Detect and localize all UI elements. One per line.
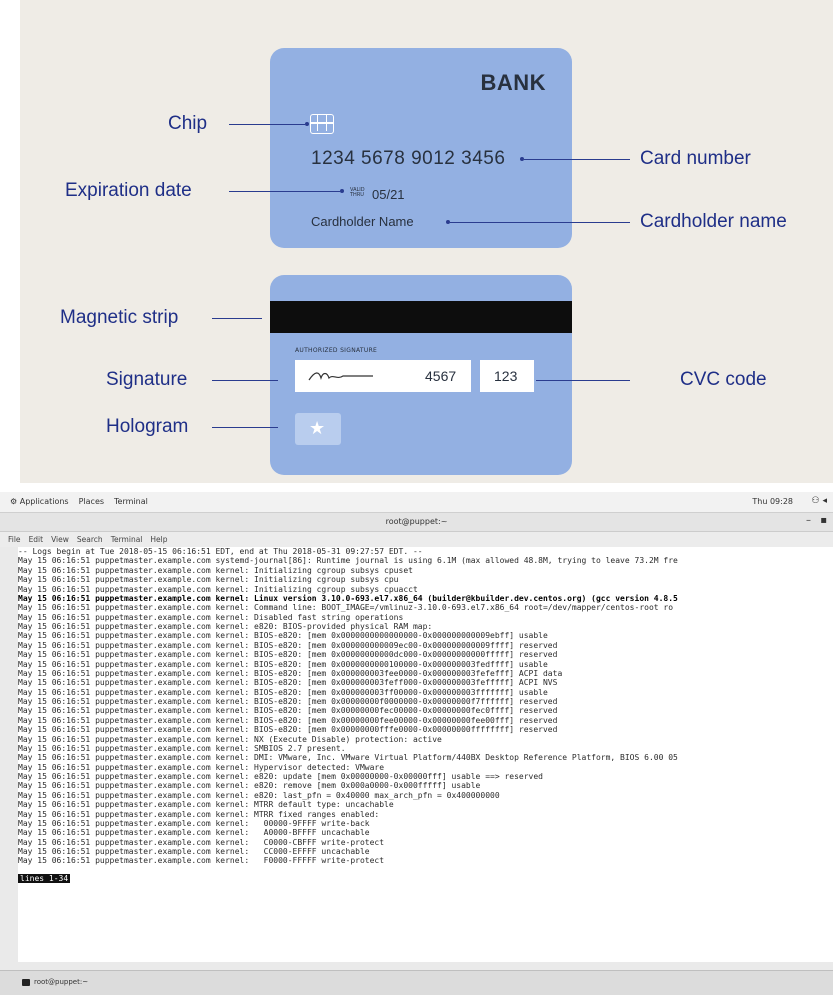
- log-line: May 15 06:16:51 puppetmaster.example.com…: [18, 603, 674, 613]
- bank-name: BANK: [480, 70, 546, 95]
- log-line: May 15 06:16:51 puppetmaster.example.com…: [18, 631, 548, 641]
- minimize-icon[interactable]: –: [806, 515, 811, 526]
- valid-thru-label: VALID THRU: [350, 187, 365, 198]
- label-hologram: Hologram: [106, 416, 189, 437]
- log-line: May 15 06:16:51 puppetmaster.example.com…: [18, 650, 558, 660]
- clock[interactable]: Thu 09:28: [752, 497, 793, 506]
- signature-scribble-icon: [308, 372, 373, 381]
- log-line: May 15 06:16:51 puppetmaster.example.com…: [18, 678, 558, 688]
- log-line: May 15 06:16:51 puppetmaster.example.com…: [18, 809, 380, 819]
- leader-line-chip: [229, 124, 305, 125]
- leader-line-cvc: [536, 380, 630, 381]
- log-line: May 15 06:16:51 puppetmaster.example.com…: [18, 575, 399, 585]
- log-line: May 15 06:16:51 puppetmaster.example.com…: [18, 790, 500, 800]
- pager-status: lines 1-34: [18, 873, 71, 884]
- window-titlebar[interactable]: root@puppet:~ – ▪: [0, 513, 833, 532]
- log-line: May 15 06:16:51 puppetmaster.example.com…: [18, 612, 404, 622]
- cardholder-name: Cardholder Name: [311, 214, 414, 229]
- expiry-value: 05/21: [372, 187, 405, 202]
- log-line: May 15 06:16:51 puppetmaster.example.com…: [18, 715, 558, 725]
- leader-line-magstrip: [212, 318, 262, 319]
- leader-line-cardholder: [450, 222, 630, 223]
- chip-icon: [310, 114, 334, 134]
- log-line: May 15 06:16:51 puppetmaster.example.com…: [18, 847, 370, 856]
- label-cvc-code: CVC code: [680, 369, 767, 390]
- log-line: May 15 06:16:51 puppetmaster.example.com…: [18, 640, 558, 650]
- log-line: May 15 06:16:51 puppetmaster.example.com…: [18, 781, 481, 791]
- log-line: -- Logs begin at Tue 2018-05-15 06:16:51…: [18, 547, 423, 556]
- label-cardholder-name: Cardholder name: [640, 211, 787, 232]
- credit-card-diagram: BANK 1234 5678 9012 3456 VALID THRU 05/2…: [20, 0, 833, 483]
- log-line: May 15 06:16:51 puppetmaster.example.com…: [18, 668, 563, 678]
- card-number: 1234 5678 9012 3456: [311, 148, 506, 169]
- taskbar: root@puppet:~: [0, 970, 833, 995]
- cvc-box: 123: [480, 360, 534, 392]
- terminal-icon: [22, 978, 30, 986]
- card-front: BANK 1234 5678 9012 3456 VALID THRU 05/2…: [270, 48, 572, 248]
- menu-help[interactable]: Help: [150, 535, 167, 544]
- label-chip: Chip: [168, 113, 208, 134]
- log-line: May 15 06:16:51 puppetmaster.example.com…: [18, 856, 385, 866]
- log-line: May 15 06:16:51 puppetmaster.example.com…: [18, 706, 558, 716]
- desktop-screenshot: ⚙ Applications Places Terminal Thu 09:28…: [0, 492, 833, 995]
- log-line: May 15 06:16:51 puppetmaster.example.com…: [18, 622, 433, 631]
- log-line: May 15 06:16:51 puppetmaster.example.com…: [18, 734, 442, 744]
- log-line: May 15 06:16:51 puppetmaster.example.com…: [18, 584, 418, 594]
- cvc-value: 123: [494, 368, 518, 384]
- window-title: root@puppet:~: [385, 517, 448, 526]
- log-line: May 15 06:16:51 puppetmaster.example.com…: [18, 687, 548, 697]
- applications-menu[interactable]: ⚙ Applications: [10, 497, 69, 506]
- menu-terminal[interactable]: Terminal: [111, 535, 143, 544]
- menu-edit[interactable]: Edit: [29, 535, 44, 544]
- label-signature: Signature: [106, 369, 188, 390]
- places-menu[interactable]: Places: [79, 497, 104, 506]
- log-line: May 15 06:16:51 puppetmaster.example.com…: [18, 697, 558, 706]
- log-lines: -- Logs begin at Tue 2018-05-15 06:16:51…: [18, 547, 833, 866]
- log-line: May 15 06:16:51 puppetmaster.example.com…: [18, 828, 370, 838]
- menu-search[interactable]: Search: [77, 535, 103, 544]
- log-line: May 15 06:16:51 puppetmaster.example.com…: [18, 565, 413, 575]
- label-magnetic-strip: Magnetic strip: [60, 307, 179, 328]
- gnome-top-bar: ⚙ Applications Places Terminal Thu 09:28…: [0, 492, 833, 513]
- leader-line-signature: [212, 380, 278, 381]
- menu-view[interactable]: View: [51, 535, 69, 544]
- log-line: May 15 06:16:51 puppetmaster.example.com…: [18, 818, 370, 828]
- log-line: May 15 06:16:51 puppetmaster.example.com…: [18, 659, 548, 669]
- menu-file[interactable]: File: [8, 535, 21, 544]
- log-line: May 15 06:16:51 puppetmaster.example.com…: [18, 556, 678, 566]
- log-line: May 15 06:16:51 puppetmaster.example.com…: [18, 743, 346, 753]
- taskbar-item-terminal[interactable]: root@puppet:~: [22, 978, 88, 986]
- hologram: ★: [295, 413, 341, 445]
- leader-line-card-number: [524, 159, 630, 160]
- card-back: AUTHORIZED SIGNATURE 4567 123 ★: [270, 275, 572, 475]
- log-line: May 15 06:16:51 puppetmaster.example.com…: [18, 762, 385, 772]
- log-line: May 15 06:16:51 puppetmaster.example.com…: [18, 593, 678, 603]
- terminal-app-menu[interactable]: Terminal: [114, 497, 148, 506]
- terminal-menubar: File Edit View Search Terminal Help: [0, 532, 833, 547]
- leader-dot-expiry: [340, 189, 344, 193]
- leader-dot-chip: [305, 122, 309, 126]
- leader-line-expiry: [229, 191, 340, 192]
- leader-line-hologram: [212, 427, 278, 428]
- log-line: May 15 06:16:51 puppetmaster.example.com…: [18, 753, 678, 763]
- network-icon[interactable]: ⚇ ◂: [812, 496, 827, 506]
- maximize-icon[interactable]: ▪: [820, 515, 827, 526]
- authorized-signature-label: AUTHORIZED SIGNATURE: [295, 347, 378, 354]
- log-line: May 15 06:16:51 puppetmaster.example.com…: [18, 725, 558, 735]
- terminal-output[interactable]: -- Logs begin at Tue 2018-05-15 06:16:51…: [18, 547, 833, 962]
- log-line: May 15 06:16:51 puppetmaster.example.com…: [18, 800, 394, 810]
- magnetic-strip: [270, 301, 572, 333]
- label-expiration-date: Expiration date: [65, 180, 192, 201]
- label-card-number: Card number: [640, 148, 751, 169]
- signature-digits: 4567: [425, 368, 457, 384]
- star-icon: ★: [309, 418, 326, 439]
- log-line: May 15 06:16:51 puppetmaster.example.com…: [18, 772, 543, 781]
- signature-box: 4567: [295, 360, 471, 392]
- log-line: May 15 06:16:51 puppetmaster.example.com…: [18, 837, 385, 847]
